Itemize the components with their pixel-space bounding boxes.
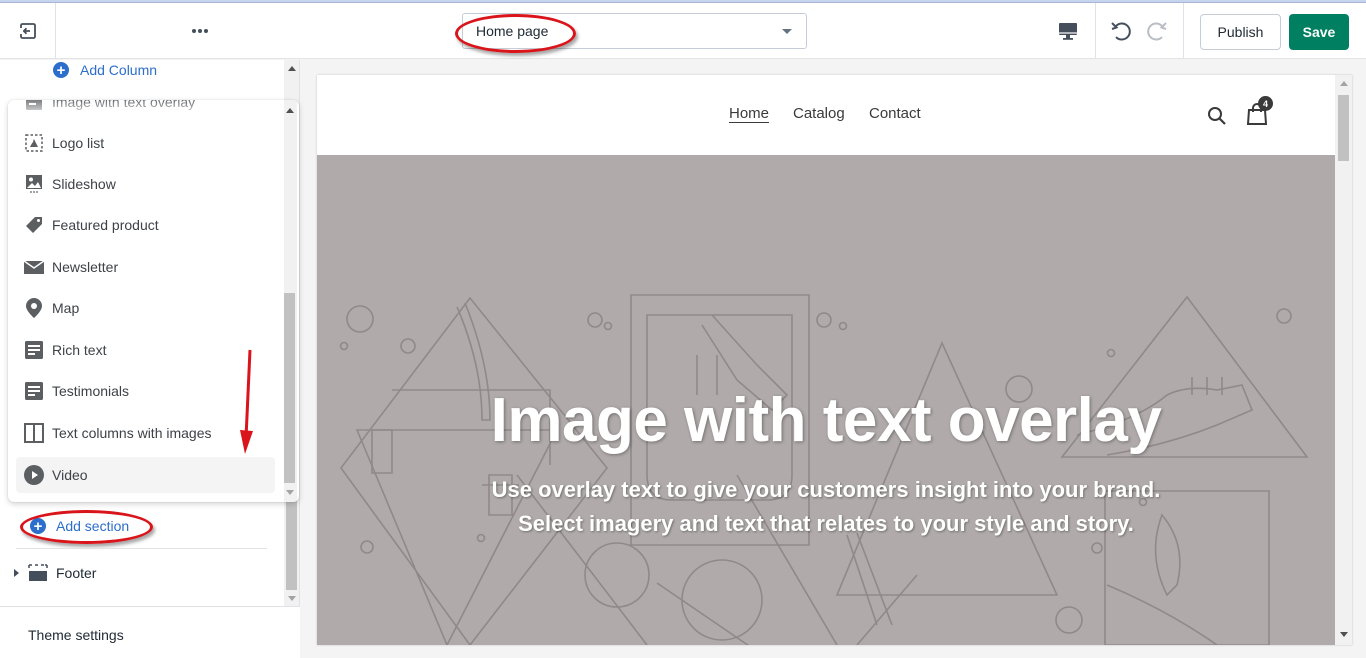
section-option-video[interactable]: Video bbox=[16, 457, 275, 493]
add-column-button[interactable]: + Add Column bbox=[53, 62, 157, 78]
undo-button[interactable] bbox=[1108, 3, 1134, 59]
cart-button[interactable]: 4 bbox=[1247, 96, 1273, 126]
section-option-featured-product[interactable]: Featured product bbox=[16, 207, 275, 243]
section-option-label: Featured product bbox=[52, 217, 159, 233]
plus-circle-icon: + bbox=[30, 518, 46, 534]
more-horizontal-icon bbox=[192, 29, 208, 33]
section-option-slideshow[interactable]: Slideshow bbox=[16, 166, 275, 202]
nav-link-contact[interactable]: Contact bbox=[869, 105, 921, 122]
scroll-up-arrow-icon[interactable] bbox=[288, 66, 296, 71]
scroll-up-arrow-icon[interactable] bbox=[1340, 81, 1348, 86]
desktop-icon bbox=[1059, 23, 1077, 40]
divider bbox=[16, 548, 267, 549]
annotation-arrow bbox=[240, 349, 253, 454]
section-option-label: Newsletter bbox=[52, 259, 119, 275]
redo-icon bbox=[1147, 22, 1167, 41]
section-option-logo-list[interactable]: Logo list bbox=[16, 125, 275, 161]
divider bbox=[55, 3, 56, 59]
section-option-map[interactable]: Map bbox=[16, 290, 275, 326]
exit-icon bbox=[20, 23, 36, 39]
slideshow-icon bbox=[24, 174, 44, 194]
footer-label: Footer bbox=[56, 565, 97, 581]
footer-section-item[interactable]: Footer bbox=[14, 562, 96, 584]
section-option-newsletter[interactable]: Newsletter bbox=[16, 249, 275, 285]
theme-settings-link[interactable]: Theme settings bbox=[28, 627, 124, 643]
editor-topbar: Home page Publish Save bbox=[0, 3, 1366, 59]
theme-settings-bar: Theme settings bbox=[0, 606, 300, 658]
section-option-label: Logo list bbox=[52, 135, 105, 151]
storefront-preview: Home Catalog Contact 4 Image with text o… bbox=[317, 75, 1352, 645]
chevron-down-icon bbox=[782, 29, 792, 34]
add-column-label: Add Column bbox=[80, 62, 158, 78]
undo-icon bbox=[1111, 22, 1131, 41]
scroll-fade bbox=[8, 100, 284, 118]
popover-scrollbar-thumb[interactable] bbox=[284, 293, 295, 483]
section-option-label: Text columns with images bbox=[52, 425, 212, 441]
device-toggle-button[interactable] bbox=[1048, 3, 1088, 59]
section-option-label: Testimonials bbox=[52, 383, 130, 399]
testimonials-icon bbox=[24, 381, 44, 401]
scroll-down-arrow-icon[interactable] bbox=[288, 596, 296, 601]
section-option-label: Slideshow bbox=[52, 176, 116, 192]
section-option-label: Map bbox=[52, 300, 80, 316]
divider bbox=[1095, 3, 1096, 59]
section-option-label: Rich text bbox=[52, 342, 107, 358]
save-button[interactable]: Save bbox=[1289, 14, 1349, 50]
add-section-label: Add section bbox=[56, 518, 130, 534]
scroll-down-arrow-icon[interactable] bbox=[1340, 632, 1348, 637]
rich-text-icon bbox=[24, 340, 44, 360]
scroll-up-arrow-icon[interactable] bbox=[286, 108, 294, 113]
divider bbox=[1183, 3, 1184, 59]
redo-button[interactable] bbox=[1144, 3, 1170, 59]
nav-link-catalog[interactable]: Catalog bbox=[793, 105, 845, 122]
page-select-value: Home page bbox=[476, 23, 549, 39]
tag-icon bbox=[24, 215, 44, 235]
envelope-icon bbox=[24, 257, 44, 277]
more-actions-button[interactable] bbox=[170, 3, 230, 59]
page-select[interactable]: Home page bbox=[462, 13, 807, 49]
map-pin-icon bbox=[24, 298, 44, 318]
nav-link-home[interactable]: Home bbox=[729, 105, 769, 122]
exit-button[interactable] bbox=[0, 3, 56, 59]
columns-icon bbox=[24, 423, 44, 443]
preview-scrollbar-thumb[interactable] bbox=[1338, 95, 1349, 161]
section-option-label: Video bbox=[52, 467, 88, 483]
publish-button[interactable]: Publish bbox=[1200, 14, 1281, 50]
play-circle-icon bbox=[24, 465, 44, 485]
hero-subtitle: Use overlay text to give your customers … bbox=[491, 477, 1161, 536]
store-header: Home Catalog Contact 4 bbox=[317, 75, 1335, 155]
scroll-down-arrow-icon[interactable] bbox=[286, 490, 294, 495]
add-section-button[interactable]: + Add section bbox=[30, 518, 129, 534]
footer-layout-icon bbox=[28, 564, 48, 581]
caret-right-icon bbox=[14, 569, 19, 577]
plus-circle-icon: + bbox=[53, 62, 69, 78]
hero-image-with-text-overlay[interactable]: Image with text overlay Use overlay text… bbox=[317, 155, 1335, 645]
search-icon[interactable] bbox=[1207, 106, 1227, 126]
hero-title: Image with text overlay bbox=[490, 386, 1162, 455]
logo-list-icon bbox=[24, 133, 44, 153]
cart-count-badge: 4 bbox=[1258, 96, 1273, 111]
